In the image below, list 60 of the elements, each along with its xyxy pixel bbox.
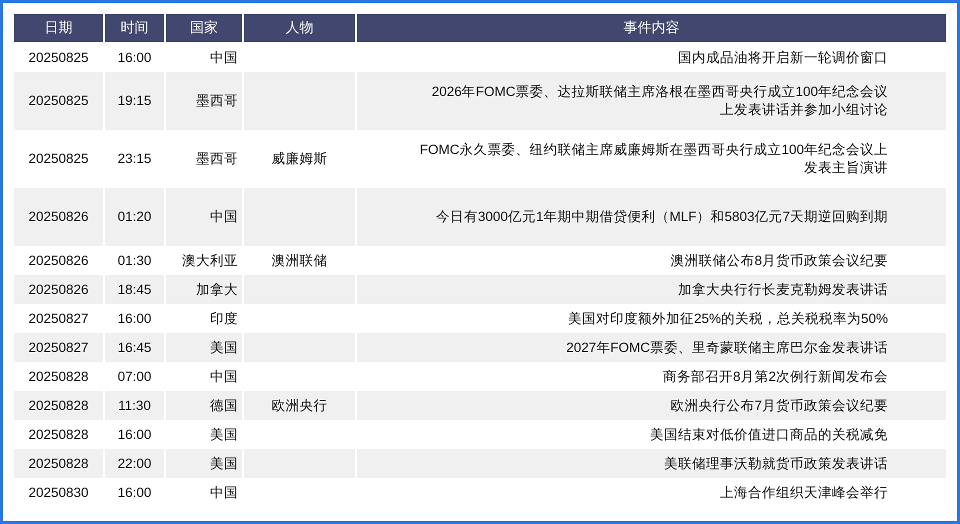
table-cell: 美联储理事沃勒就货币政策发表讲话 — [357, 449, 946, 478]
table-cell: 美国 — [166, 449, 242, 478]
table-cell: 美国 — [166, 333, 242, 362]
table-cell: 欧洲央行公布7月货币政策会议纪要 — [357, 391, 946, 420]
column-header: 时间 — [105, 14, 164, 42]
table-cell-text: 印度 — [209, 310, 239, 328]
table-cell-text: 20250830 — [27, 484, 90, 502]
table-cell: 加拿大 — [166, 275, 242, 304]
table-cell: 20250825 — [14, 72, 103, 130]
table-cell-text: 20250827 — [27, 310, 90, 328]
table-cell: 19:15 — [105, 72, 164, 130]
column-header: 人物 — [244, 14, 355, 42]
table-cell-text: 20250825 — [27, 48, 90, 66]
table-cell-text: 01:30 — [116, 252, 152, 270]
column-header: 日期 — [14, 14, 103, 42]
table-cell-text: 墨西哥 — [195, 150, 239, 168]
table-cell: 20250827 — [14, 333, 103, 362]
table-cell-text: 中国 — [209, 484, 239, 502]
table-cell-text: 国内成品油将开启新一轮调价窗口 — [677, 48, 889, 66]
table-cell: 德国 — [166, 391, 242, 420]
table-cell-text: 23:15 — [116, 150, 152, 168]
table-cell: 22:00 — [105, 449, 164, 478]
table-cell: 中国 — [166, 188, 242, 246]
table-cell: 加拿大央行行长麦克勒姆发表讲话 — [357, 275, 946, 304]
table-cell-text: 16:00 — [116, 426, 152, 444]
table-cell-text: 商务部召开8月第2次例行新闻发布会 — [662, 368, 889, 386]
table-cell: 今日有3000亿元1年期中期借贷便利（MLF）和5803亿元7天期逆回购到期 — [357, 188, 946, 246]
table-cell-text: 07:00 — [116, 368, 152, 386]
table-cell-text: 20250826 — [27, 252, 90, 270]
table-cell: 20250828 — [14, 449, 103, 478]
table-cell-text: 中国 — [209, 48, 239, 66]
table-cell: 2027年FOMC票委、里奇蒙联储主席巴尔金发表讲话 — [357, 333, 946, 362]
table-cell-text: 20250825 — [27, 150, 90, 168]
table-cell-text: 20250828 — [27, 368, 90, 386]
table-cell-text: 20250828 — [27, 426, 90, 444]
column-header: 国家 — [166, 14, 242, 42]
table-cell-text: 16:00 — [116, 48, 152, 66]
table-cell: 20250826 — [14, 275, 103, 304]
table-cell-text: 16:00 — [116, 310, 152, 328]
table-cell-text: 上海合作组织天津峰会举行 — [719, 484, 889, 502]
table-cell: 16:45 — [105, 333, 164, 362]
table-cell-text: 威廉姆斯 — [270, 150, 328, 168]
table-cell-text: 澳洲联储 — [270, 252, 328, 270]
table-cell-text: 美国结束对低价值进口商品的关税减免 — [649, 426, 889, 444]
table-cell-text: FOMC永久票委、纽约联储主席威廉姆斯在墨西哥央行成立100年纪念会议上发表主旨演讲 — [418, 141, 889, 177]
table-cell: 20250826 — [14, 188, 103, 246]
table-cell: 01:20 — [105, 188, 164, 246]
column-header: 事件内容 — [357, 14, 946, 42]
table-cell-text: 16:00 — [116, 484, 152, 502]
table-cell: 18:45 — [105, 275, 164, 304]
table-cell-text: 中国 — [209, 368, 239, 386]
table-cell: 欧洲央行 — [244, 391, 355, 420]
table-cell: 11:30 — [105, 391, 164, 420]
table-cell: 墨西哥 — [166, 72, 242, 130]
table-cell: 20250828 — [14, 391, 103, 420]
table-cell: 2026年FOMC票委、达拉斯联储主席洛根在墨西哥央行成立100年纪念会议上发表讲话并参加小组讨论 — [357, 72, 946, 130]
table-cell-text: 美国对印度额外加征25%的关税，总关税税率为50% — [566, 310, 889, 328]
table-cell-text: 澳洲联储公布8月货币政策会议纪要 — [669, 252, 889, 270]
table-cell-text: 美国 — [209, 426, 239, 444]
table-cell-text: 澳大利亚 — [181, 252, 239, 270]
